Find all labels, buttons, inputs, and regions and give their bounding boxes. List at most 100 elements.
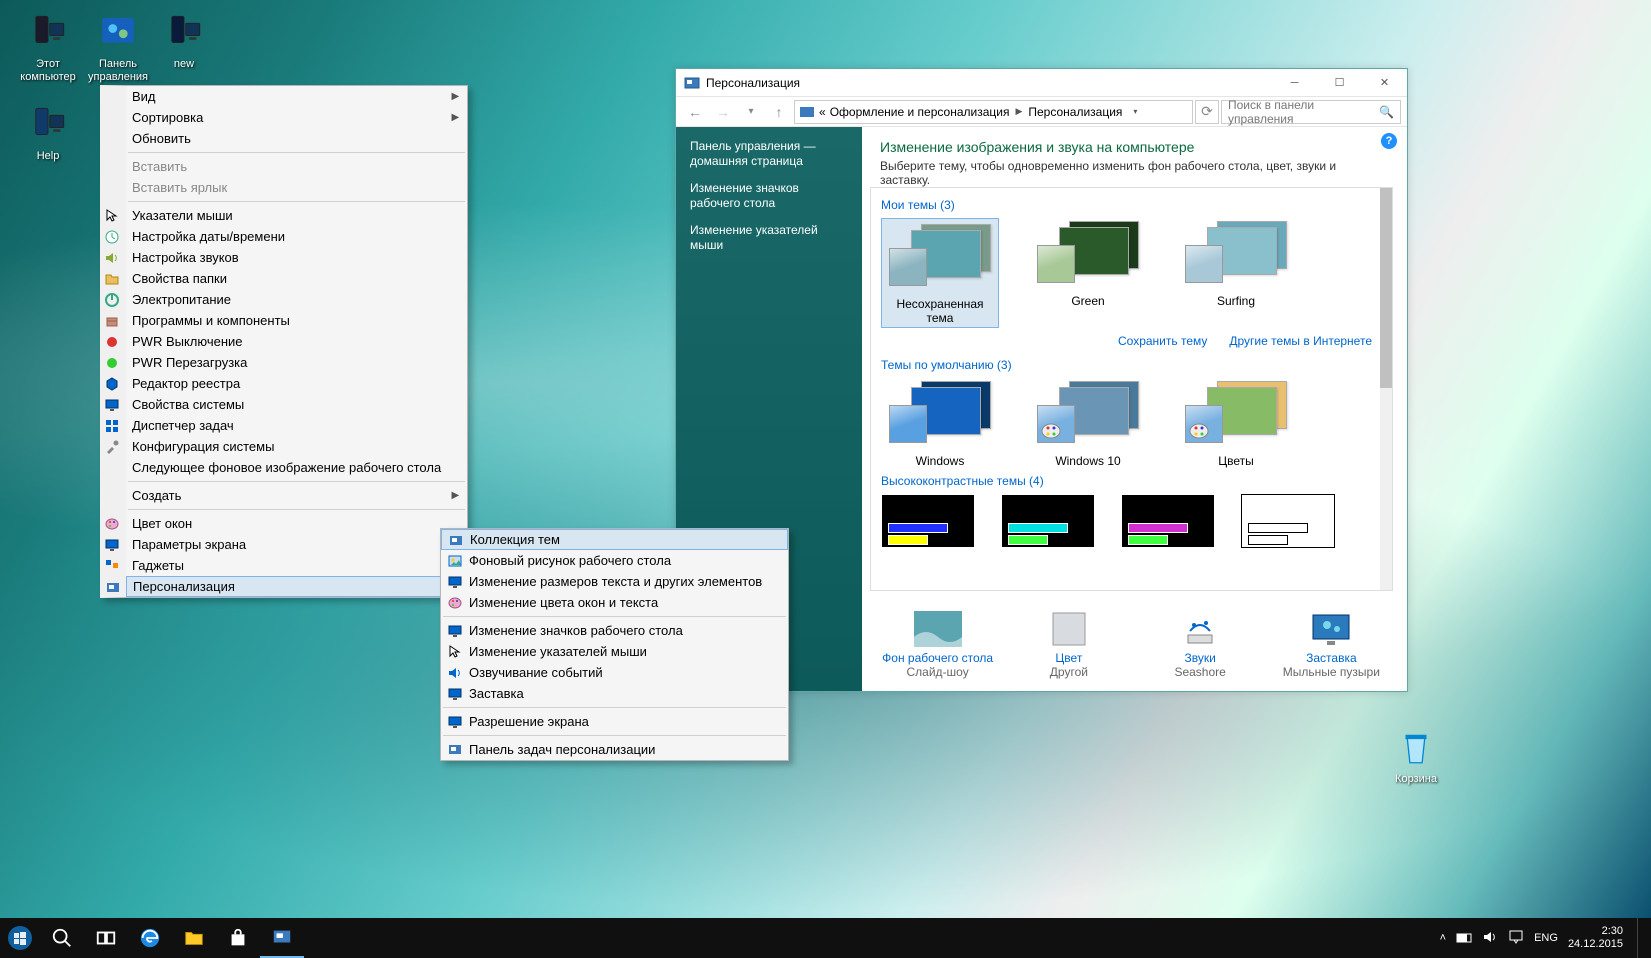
menu-item[interactable]: Цвет окон: [126, 513, 467, 534]
desktop-icon-этот-компьютер[interactable]: Этоткомпьютер: [10, 8, 86, 84]
file-explorer-button[interactable]: [172, 918, 216, 958]
menu-item[interactable]: Панель задач персонализации: [441, 739, 788, 760]
menu-item[interactable]: Заставка: [441, 683, 788, 704]
menu-item[interactable]: Свойства системы: [126, 394, 467, 415]
search-button[interactable]: [40, 918, 84, 958]
breadcrumb-seg-1[interactable]: Оформление и персонализация: [830, 105, 1010, 119]
minimize-button[interactable]: ─: [1272, 69, 1317, 97]
themes-listbox[interactable]: Мои темы (3) Несохраненная тема Green Su…: [870, 187, 1393, 591]
maximize-button[interactable]: ☐: [1317, 69, 1362, 97]
store-button[interactable]: [216, 918, 260, 958]
desktop-context-menu[interactable]: Вид▶Сортировка▶ОбновитьВставитьВставить …: [100, 85, 468, 598]
address-bar[interactable]: « Оформление и персонализация ▶ Персонал…: [794, 100, 1193, 124]
menu-item[interactable]: Изменение размеров текста и других элеме…: [441, 571, 788, 592]
menu-item[interactable]: Электропитание: [126, 289, 467, 310]
clock[interactable]: 2:30 24.12.2015: [1568, 925, 1627, 951]
theme-item[interactable]: Windows: [881, 378, 999, 468]
menu-item-label: Свойства папки: [132, 268, 227, 289]
edge-button[interactable]: [128, 918, 172, 958]
menu-item[interactable]: Изменение указателей мыши: [441, 641, 788, 662]
task-view-button[interactable]: [84, 918, 128, 958]
theme-item[interactable]: Surfing: [1177, 218, 1295, 328]
system-tray[interactable]: ˄ ENG 2:30 24.12.2015: [1440, 918, 1651, 958]
scrollbar-thumb[interactable]: [1380, 188, 1392, 388]
menu-item[interactable]: Изменение значков рабочего стола: [441, 620, 788, 641]
theme-item[interactable]: Windows 10: [1029, 378, 1147, 468]
change-desktop-icons-link[interactable]: Изменение значков рабочего стола: [690, 181, 848, 211]
theme-component-color[interactable]: Цвет Другой: [1003, 611, 1134, 679]
menu-item[interactable]: Озвучивание событий: [441, 662, 788, 683]
language-indicator[interactable]: ENG: [1534, 932, 1558, 944]
theme-name: Surfing: [1177, 294, 1295, 308]
theme-item[interactable]: Green: [1029, 218, 1147, 328]
help-icon[interactable]: ?: [1381, 133, 1397, 149]
theme-item[interactable]: [881, 494, 975, 548]
theme-item[interactable]: [1241, 494, 1335, 548]
menu-item[interactable]: Параметры экрана: [126, 534, 467, 555]
component-title: Фон рабочего стола: [872, 651, 1003, 665]
menu-item[interactable]: Настройка даты/времени: [126, 226, 467, 247]
menu-item[interactable]: Персонализация▶: [126, 576, 467, 597]
desktop-icon-корзина[interactable]: Корзина: [1378, 723, 1454, 786]
breadcrumb-root[interactable]: «: [819, 105, 826, 119]
component-title: Заставка: [1266, 651, 1397, 665]
menu-item[interactable]: Гаджеты: [126, 555, 467, 576]
theme-item[interactable]: Несохраненная тема: [881, 218, 999, 328]
vertical-scrollbar[interactable]: [1380, 188, 1392, 590]
back-button[interactable]: ←: [682, 99, 708, 125]
taskbar[interactable]: ˄ ENG 2:30 24.12.2015: [0, 918, 1651, 958]
tray-chevron-icon[interactable]: ˄: [1440, 932, 1446, 944]
chevron-right-icon: ▶: [1013, 106, 1024, 117]
theme-item[interactable]: [1001, 494, 1095, 548]
breadcrumb-seg-2[interactable]: Персонализация: [1028, 105, 1122, 119]
menu-item[interactable]: Настройка звуков: [126, 247, 467, 268]
theme-item[interactable]: [1121, 494, 1215, 548]
action-center-icon[interactable]: [1508, 929, 1524, 948]
network-icon[interactable]: [1456, 929, 1472, 948]
taskbar-app-personalization[interactable]: [260, 918, 304, 958]
control-panel-home-link[interactable]: Панель управления — домашняя страница: [690, 139, 848, 169]
volume-icon[interactable]: [1482, 929, 1498, 948]
address-dropdown[interactable]: ▾: [1126, 107, 1144, 116]
up-button[interactable]: ↑: [766, 99, 792, 125]
change-mouse-pointers-link[interactable]: Изменение указателей мыши: [690, 223, 848, 253]
close-button[interactable]: ✕: [1362, 69, 1407, 97]
recent-button[interactable]: ▾: [738, 99, 764, 125]
menu-item[interactable]: Разрешение экрана: [441, 711, 788, 732]
wallpaper-icon: [914, 611, 962, 647]
theme-component-saver[interactable]: Заставка Мыльные пузыри: [1266, 611, 1397, 679]
menu-item[interactable]: Коллекция тем: [441, 529, 788, 550]
forward-button[interactable]: →: [710, 99, 736, 125]
personalization-submenu[interactable]: Коллекция темФоновый рисунок рабочего ст…: [440, 528, 789, 761]
desktop-icon-new[interactable]: new: [146, 8, 222, 71]
desktop-icon-help[interactable]: Help: [10, 100, 86, 163]
monitor-icon: [447, 714, 463, 730]
window-titlebar[interactable]: Персонализация ─ ☐ ✕: [676, 69, 1407, 97]
save-theme-link[interactable]: Сохранить тему: [1118, 334, 1207, 348]
menu-item[interactable]: Создать▶: [126, 485, 467, 506]
menu-item[interactable]: Указатели мыши: [126, 205, 467, 226]
menu-item[interactable]: Редактор реестра: [126, 373, 467, 394]
menu-item[interactable]: Изменение цвета окон и текста: [441, 592, 788, 613]
refresh-button[interactable]: ⟳: [1195, 100, 1219, 124]
theme-preview: [1032, 378, 1144, 448]
more-themes-link[interactable]: Другие темы в Интернете: [1229, 334, 1372, 348]
menu-item[interactable]: Программы и компоненты: [126, 310, 467, 331]
menu-item[interactable]: Фоновый рисунок рабочего стола: [441, 550, 788, 571]
menu-item[interactable]: Обновить: [126, 128, 467, 149]
theme-component-wallpaper[interactable]: Фон рабочего стола Слайд-шоу: [872, 611, 1003, 679]
menu-item[interactable]: Сортировка▶: [126, 107, 467, 128]
menu-item[interactable]: Свойства папки: [126, 268, 467, 289]
theme-component-sound[interactable]: Звуки Seashore: [1135, 611, 1266, 679]
theme-item[interactable]: Цветы: [1177, 378, 1295, 468]
menu-item[interactable]: Следующее фоновое изображение рабочего с…: [126, 457, 467, 478]
menu-item[interactable]: PWR Перезагрузка: [126, 352, 467, 373]
menu-item[interactable]: Конфигурация системы: [126, 436, 467, 457]
menu-item[interactable]: Диспетчер задач: [126, 415, 467, 436]
show-desktop-button[interactable]: [1637, 918, 1643, 958]
menu-item[interactable]: Вид▶: [126, 86, 467, 107]
desktop-icon-панель-управления[interactable]: Панельуправления: [80, 8, 156, 84]
start-button[interactable]: [0, 918, 40, 958]
search-input[interactable]: Поиск в панели управления 🔍: [1221, 100, 1401, 124]
menu-item[interactable]: PWR Выключение: [126, 331, 467, 352]
